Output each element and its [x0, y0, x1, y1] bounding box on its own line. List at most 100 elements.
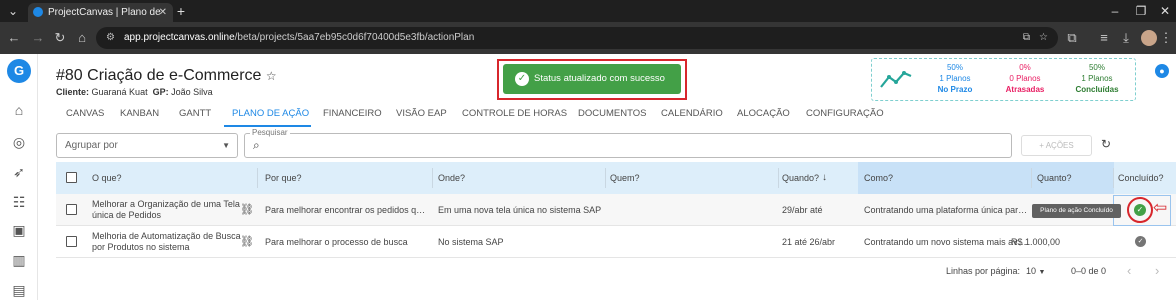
project-meta: Cliente: Guaraná Kuat GP: João Silva: [56, 87, 213, 97]
user-account-icon[interactable]: ●: [1155, 64, 1169, 78]
chevron-down-icon: ▼: [1038, 269, 1046, 276]
tab-controle-de-horas[interactable]: CONTROLE DE HORAS: [462, 104, 567, 124]
browser-menu-icon[interactable]: ⋮: [1156, 22, 1176, 54]
browser-tab[interactable]: ProjectCanvas | Plano de Ação ✕: [28, 3, 173, 37]
address-bar[interactable]: ⚙ app.projectcanvas.online/beta/projects…: [96, 27, 1058, 49]
profile-avatar[interactable]: [1141, 30, 1157, 46]
close-tab-icon[interactable]: ✕: [159, 3, 167, 22]
document-nav-icon[interactable]: ▤: [9, 280, 29, 300]
column-divider: [778, 168, 779, 188]
rocket-nav-icon[interactable]: ➶: [9, 162, 29, 182]
done-highlight-circle: [1127, 197, 1153, 223]
sort-down-icon[interactable]: ↓: [822, 162, 827, 194]
new-tab-icon[interactable]: +: [172, 0, 190, 22]
pagination-range: 0–0 de 0: [1071, 266, 1107, 276]
rows-per-page-select[interactable]: 10 ▼: [1026, 266, 1045, 276]
plan-stats-panel: 50% 1 Planos No Prazo 0% 0 Planos Atrasa…: [871, 58, 1136, 101]
column-divider: [257, 168, 258, 188]
cast-icon[interactable]: ⧉: [1023, 27, 1030, 49]
browser-tab-bar: ⌄ ProjectCanvas | Plano de Ação ✕ + – ❐ …: [0, 0, 1176, 37]
tab-canvas[interactable]: CANVAS: [66, 104, 104, 124]
column-header[interactable]: Quando?: [782, 162, 819, 194]
project-title: #80 Criação de e-Commerce: [56, 67, 262, 84]
what-line-1: Melhorar a Organização de uma Tela: [92, 199, 240, 209]
column-header[interactable]: Quem?: [610, 162, 640, 194]
rows-per-page-label: Linhas por página:: [946, 266, 1021, 276]
done-toggle-icon[interactable]: ✓: [1135, 236, 1146, 247]
window-close-icon[interactable]: ✕: [1148, 0, 1176, 22]
done-tooltip: Plano de ação Concluído: [1032, 204, 1121, 218]
link-icon[interactable]: ⛓: [240, 203, 254, 216]
table-row[interactable]: Melhorar a Organização de uma Tela única…: [56, 194, 1176, 226]
search-label: Pesquisar: [250, 128, 290, 137]
tab-calendario[interactable]: CALENDÁRIO: [661, 104, 723, 124]
app-logo[interactable]: G: [7, 59, 31, 83]
why-cell: Para melhorar o processo de busca: [265, 237, 408, 247]
check-circle-icon: ✓: [515, 72, 529, 86]
search-input[interactable]: ⌕: [244, 133, 1012, 158]
what-line-2: única de Pedidos: [92, 210, 162, 220]
home-icon[interactable]: ⌂: [72, 22, 92, 54]
active-tab-indicator: [224, 125, 311, 127]
link-icon[interactable]: ⛓: [240, 235, 254, 248]
extensions-icon[interactable]: ⧉: [1062, 22, 1082, 54]
column-divider: [432, 168, 433, 188]
prev-page-icon[interactable]: ‹: [1127, 263, 1131, 278]
stat-done: 50% 1 Planos Concluídas: [1062, 62, 1132, 95]
trend-line-icon: [880, 71, 912, 88]
app-sidebar: G ⌂ ◎ ➶ ☷ ▣ ▥ ▤: [0, 54, 38, 300]
forward-icon[interactable]: →: [28, 22, 48, 54]
rows-per-page-value: 10: [1026, 266, 1037, 276]
group-by-select[interactable]: Agrupar por ▼: [56, 133, 238, 158]
check-circle-nav-icon[interactable]: ◎: [9, 132, 29, 152]
reload-icon[interactable]: ↻: [50, 22, 70, 54]
column-header[interactable]: Onde?: [438, 162, 465, 194]
what-line-2: por Produtos no sistema: [92, 242, 190, 252]
favorite-star-icon[interactable]: ☆: [266, 69, 277, 83]
tab-financeiro[interactable]: FINANCEIRO: [323, 104, 382, 124]
tab-visao-eap[interactable]: VISÃO EAP: [396, 104, 447, 124]
column-divider: [605, 168, 606, 188]
people-nav-icon[interactable]: ☷: [9, 192, 29, 212]
row-checkbox[interactable]: [66, 236, 77, 247]
what-cell: Melhoria de Automatização de Busca por P…: [92, 231, 241, 253]
client-value: Guaraná Kuat: [91, 87, 148, 97]
column-header[interactable]: O que?: [92, 162, 122, 194]
row-checkbox[interactable]: [66, 204, 77, 215]
tab-configuracao[interactable]: CONFIGURAÇÃO: [806, 104, 884, 124]
tab-alocacao[interactable]: ALOCAÇÃO: [737, 104, 790, 124]
back-icon[interactable]: ←: [4, 22, 24, 54]
chart-nav-icon[interactable]: ▥: [9, 250, 29, 270]
what-line-1: Melhoria de Automatização de Busca: [92, 231, 241, 241]
column-divider: [1113, 168, 1114, 188]
how-cell: Contratando uma plataforma única par…: [864, 205, 1028, 215]
actions-button[interactable]: + AÇÕES: [1021, 135, 1092, 156]
select-all-checkbox[interactable]: [66, 172, 77, 183]
when-cell: 29/abr até: [782, 205, 823, 215]
site-info-icon[interactable]: ⚙: [106, 27, 115, 49]
favicon-icon: [33, 7, 43, 17]
tab-gantt[interactable]: GANTT: [179, 104, 211, 124]
column-header[interactable]: Como?: [864, 162, 893, 194]
table-row[interactable]: Melhoria de Automatização de Busca por P…: [56, 226, 1176, 258]
tab-plano-de-acao[interactable]: PLANO DE AÇÃO: [232, 104, 309, 124]
tab-search-icon[interactable]: ⌄: [0, 0, 26, 22]
stat-percent: 50%: [946, 63, 963, 72]
stat-count: 0 Planos: [1009, 74, 1041, 83]
home-nav-icon[interactable]: ⌂: [9, 100, 29, 120]
column-header[interactable]: Por que?: [265, 162, 302, 194]
carousel-nav-icon[interactable]: ▣: [9, 220, 29, 240]
next-page-icon[interactable]: ›: [1155, 263, 1159, 278]
reading-list-icon[interactable]: ≡: [1094, 22, 1114, 54]
download-icon[interactable]: ⤓: [1116, 22, 1136, 54]
refresh-icon[interactable]: ↻: [1101, 137, 1111, 151]
tab-documentos[interactable]: DOCUMENTOS: [578, 104, 646, 124]
page-title: #80 Criação de e-Commerce ☆: [56, 67, 277, 85]
bookmark-star-icon[interactable]: ☆: [1039, 27, 1048, 49]
column-header[interactable]: Concluído?: [1118, 162, 1164, 194]
what-cell: Melhorar a Organização de uma Tela única…: [92, 199, 240, 221]
tab-kanban[interactable]: KANBAN: [120, 104, 159, 124]
stat-late: 0% 0 Planos Atrasadas: [990, 62, 1060, 95]
when-cell: 21 até 26/abr: [782, 237, 836, 247]
column-header[interactable]: Quanto?: [1037, 162, 1072, 194]
